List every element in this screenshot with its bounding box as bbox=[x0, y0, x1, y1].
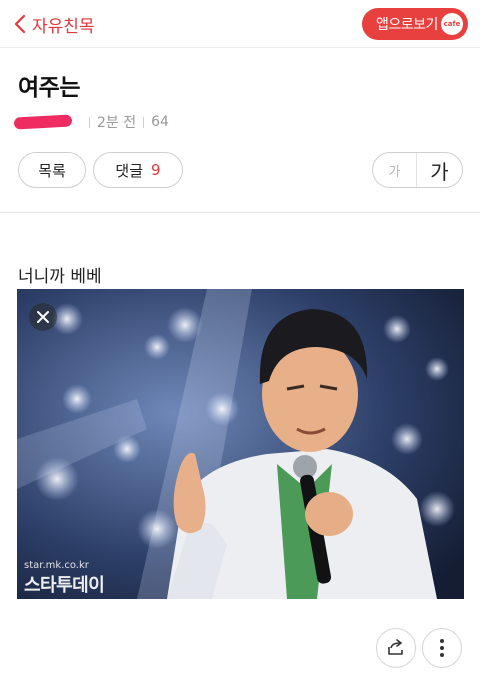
share-button[interactable] bbox=[376, 628, 416, 668]
comment-count: 9 bbox=[151, 161, 161, 179]
watermark-brand: 스타투데이 bbox=[24, 575, 105, 596]
meta-divider bbox=[89, 116, 90, 128]
font-size-large-button[interactable]: 가 bbox=[417, 153, 462, 187]
board-name: 자유친목 bbox=[32, 16, 95, 37]
more-vertical-icon bbox=[440, 639, 444, 657]
open-in-app-label: 앱으로보기 bbox=[376, 17, 438, 33]
post-title: 여주는 bbox=[18, 75, 80, 101]
close-icon bbox=[37, 311, 49, 323]
post-photo[interactable]: star.mk.co.kr 스타투데이 bbox=[17, 289, 464, 599]
share-icon bbox=[388, 639, 403, 655]
cafe-logo-icon: cafe bbox=[441, 13, 463, 35]
watermark-url: star.mk.co.kr bbox=[24, 560, 89, 571]
section-divider bbox=[0, 212, 480, 213]
more-options-button[interactable] bbox=[422, 628, 462, 668]
back-button[interactable]: 자유친목 bbox=[14, 10, 95, 38]
author-name-redacted bbox=[13, 114, 73, 130]
top-bar: 자유친목 앱으로보기 cafe bbox=[0, 0, 480, 48]
post-time: 2분 전 bbox=[97, 115, 137, 131]
post-body-text: 너니까 베베 bbox=[18, 267, 102, 287]
singer-photo-illustration bbox=[17, 289, 464, 599]
open-in-app-button[interactable]: 앱으로보기 cafe bbox=[362, 8, 468, 40]
comments-button[interactable]: 댓글 9 bbox=[93, 152, 183, 188]
list-button-label: 목록 bbox=[38, 161, 66, 180]
chevron-left-icon bbox=[14, 15, 26, 33]
list-button[interactable]: 목록 bbox=[18, 152, 86, 188]
close-image-button[interactable] bbox=[29, 303, 57, 331]
comments-button-label: 댓글 bbox=[115, 161, 144, 180]
font-size-small-button[interactable]: 가 bbox=[373, 153, 417, 187]
font-size-toggle: 가 가 bbox=[372, 152, 463, 188]
view-count: 64 bbox=[151, 114, 169, 130]
meta-divider bbox=[143, 116, 145, 128]
post-meta: 2분 전 64 bbox=[13, 112, 169, 132]
